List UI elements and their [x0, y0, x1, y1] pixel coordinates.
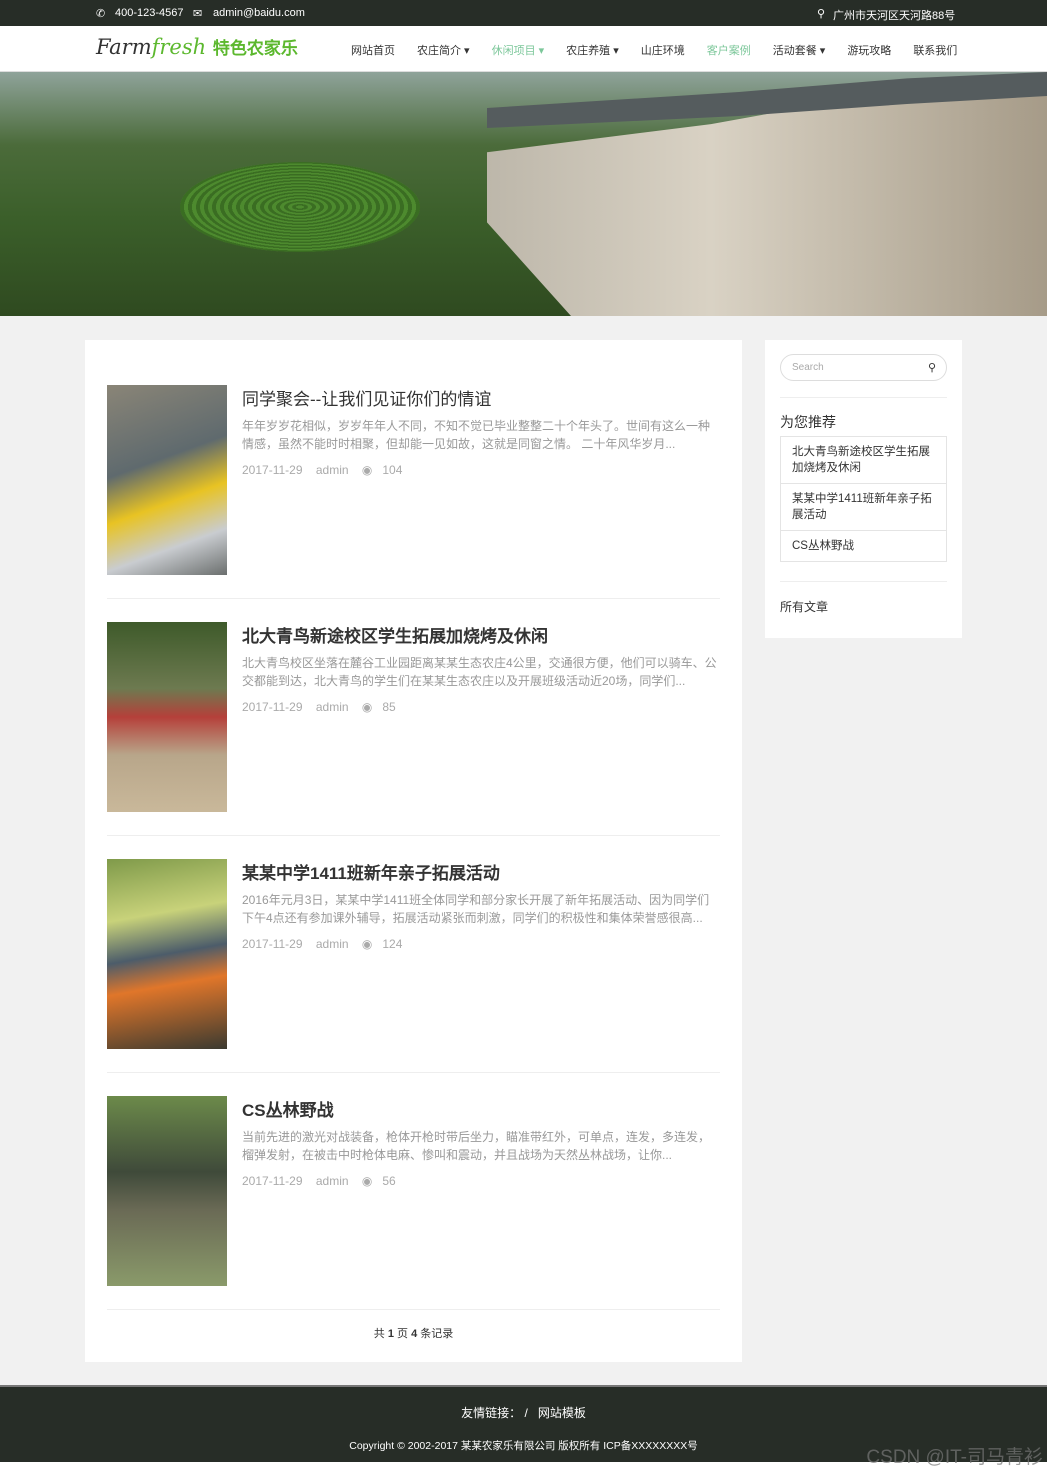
phone-icon: ✆	[96, 8, 106, 20]
article-thumbnail[interactable]	[107, 1096, 227, 1286]
email-icon: ✉	[193, 8, 203, 20]
article-item: 北大青鸟新途校区学生拓展加烧烤及休闲 北大青鸟校区坐落在麓谷工业园距离某某生态农…	[107, 622, 720, 836]
article-title[interactable]: 某某中学1411班新年亲子拓展活动	[242, 859, 500, 884]
recommend-title: 为您推荐	[780, 414, 836, 430]
article-meta: 2017-11-29 admin ◉ 85	[242, 700, 406, 714]
recommend-list: 北大青鸟新途校区学生拓展加烧烤及休闲 某某中学1411班新年亲子拓展活动 CS丛…	[780, 436, 947, 562]
article-meta: 2017-11-29 admin ◉ 56	[242, 1174, 406, 1188]
article-list: 共 1 页 4 条记录 同学聚会--让我们见证你们的情谊 年年岁岁花相似，岁岁年…	[85, 340, 742, 1362]
article-summary: 2016年元月3日，某某中学1411班全体同学和部分家长开展了新年拓展活动、因为…	[242, 893, 710, 925]
article-title[interactable]: CS丛林野战	[242, 1096, 334, 1121]
divider	[780, 397, 947, 398]
article-views: 124	[382, 937, 403, 951]
logo[interactable]: Farmfresh 特色农家乐	[96, 34, 298, 59]
tea-terraces	[180, 162, 420, 252]
recommend-item[interactable]: CS丛林野战	[781, 531, 946, 561]
nav-item[interactable]: 活动套餐 ▾	[773, 42, 826, 58]
phone-number: 400-123-4567	[115, 7, 184, 19]
article-item: 同学聚会--让我们见证你们的情谊 年年岁岁花相似，岁岁年年人不同，不知不觉已毕业…	[107, 385, 720, 599]
logo-cn: 特色农家乐	[212, 39, 298, 59]
article-thumbnail[interactable]	[107, 622, 227, 812]
article-author: admin	[315, 1174, 349, 1188]
friend-link[interactable]: 网站模板	[538, 1406, 586, 1420]
divider	[780, 581, 947, 582]
pagination-info: 共 1 页 4 条记录	[373, 1328, 454, 1340]
article-thumbnail[interactable]	[107, 859, 227, 1049]
location-icon: ⚲	[817, 8, 826, 20]
article-meta: 2017-11-29 admin ◉ 124	[242, 937, 412, 951]
email-link[interactable]: admin@baidu.com	[213, 7, 305, 19]
article-title[interactable]: 同学聚会--让我们见证你们的情谊	[242, 385, 491, 410]
eye-icon: ◉	[361, 700, 373, 714]
logo-text-accent: fresh	[151, 35, 207, 59]
friend-links-label: 友情链接：	[461, 1406, 522, 1420]
article-summary: 北大青鸟校区坐落在麓谷工业园距离某某生态农庄4公里，交通很方便，他们可以骑车、公…	[242, 656, 717, 688]
separator: /	[524, 1406, 528, 1420]
eye-icon: ◉	[361, 1174, 373, 1188]
article-views: 85	[382, 700, 396, 714]
search-icon[interactable]: ⚲	[928, 361, 936, 374]
logo-text: Farm	[96, 35, 152, 59]
article-thumbnail[interactable]	[107, 385, 227, 575]
article-date: 2017-11-29	[242, 700, 303, 714]
all-articles-link[interactable]: 所有文章	[780, 598, 828, 615]
nav-item[interactable]: 客户案例	[707, 42, 751, 58]
nav-item[interactable]: 游玩攻略	[847, 42, 891, 58]
article-author: admin	[315, 463, 349, 477]
recommend-item[interactable]: 北大青鸟新途校区学生拓展加烧烤及休闲	[781, 437, 946, 484]
sidebar: Search ⚲ 为您推荐 北大青鸟新途校区学生拓展加烧烤及休闲 某某中学1411…	[765, 340, 962, 638]
nav-item[interactable]: 网站首页	[351, 42, 395, 58]
eye-icon: ◉	[361, 463, 373, 477]
article-title[interactable]: 北大青鸟新途校区学生拓展加烧烤及休闲	[242, 622, 548, 647]
article-summary: 当前先进的激光对战装备，枪体开枪时带后坐力，瞄准带红外，可单点，连发，多连发，榴…	[242, 1130, 711, 1162]
article-date: 2017-11-29	[242, 937, 303, 951]
article-views: 104	[382, 463, 403, 477]
nav-item[interactable]: 农庄简介 ▾	[417, 42, 470, 58]
article-date: 2017-11-29	[242, 463, 303, 477]
article-item: CS丛林野战 当前先进的激光对战装备，枪体开枪时带后坐力，瞄准带红外，可单点，连…	[107, 1096, 720, 1310]
article-summary: 年年岁岁花相似，岁岁年年人不同，不知不觉已毕业整整二十个年头了。世间有这么一种情…	[242, 419, 711, 451]
watermark: CSDN @IT-司马青衫	[866, 1447, 1043, 1468]
search-placeholder: Search	[792, 362, 824, 373]
navbar: Farmfresh 特色农家乐 网站首页 农庄简介 ▾ 休闲项目 ▾ 农庄养殖 ▾ 山庄…	[0, 26, 1047, 72]
article-author: admin	[315, 937, 349, 951]
article-meta: 2017-11-29 admin ◉ 104	[242, 463, 412, 477]
eye-icon: ◉	[361, 937, 373, 951]
nav-item[interactable]: 联系我们	[913, 42, 957, 58]
nav-item[interactable]: 农庄养殖 ▾	[566, 42, 619, 58]
address: 广州市天河区天河路88号	[833, 10, 956, 22]
article-date: 2017-11-29	[242, 1174, 303, 1188]
article-author: admin	[315, 700, 349, 714]
recommend-item[interactable]: 某某中学1411班新年亲子拓展活动	[781, 484, 946, 531]
search-input[interactable]: Search ⚲	[780, 354, 947, 381]
hero-banner-image	[0, 72, 1047, 316]
top-bar: ✆ 400-123-4567 ✉ admin@baidu.com ⚲ 广州市天河…	[0, 0, 1047, 26]
nav-item[interactable]: 山庄环境	[641, 42, 685, 58]
main-menu: 网站首页 农庄简介 ▾ 休闲项目 ▾ 农庄养殖 ▾ 山庄环境 客户案例 活动套餐 ▾ 游玩攻略…	[340, 42, 968, 58]
article-views: 56	[382, 1174, 396, 1188]
nav-item[interactable]: 休闲项目 ▾	[492, 42, 545, 58]
article-item: 某某中学1411班新年亲子拓展活动 2016年元月3日，某某中学1411班全体同…	[107, 859, 720, 1073]
